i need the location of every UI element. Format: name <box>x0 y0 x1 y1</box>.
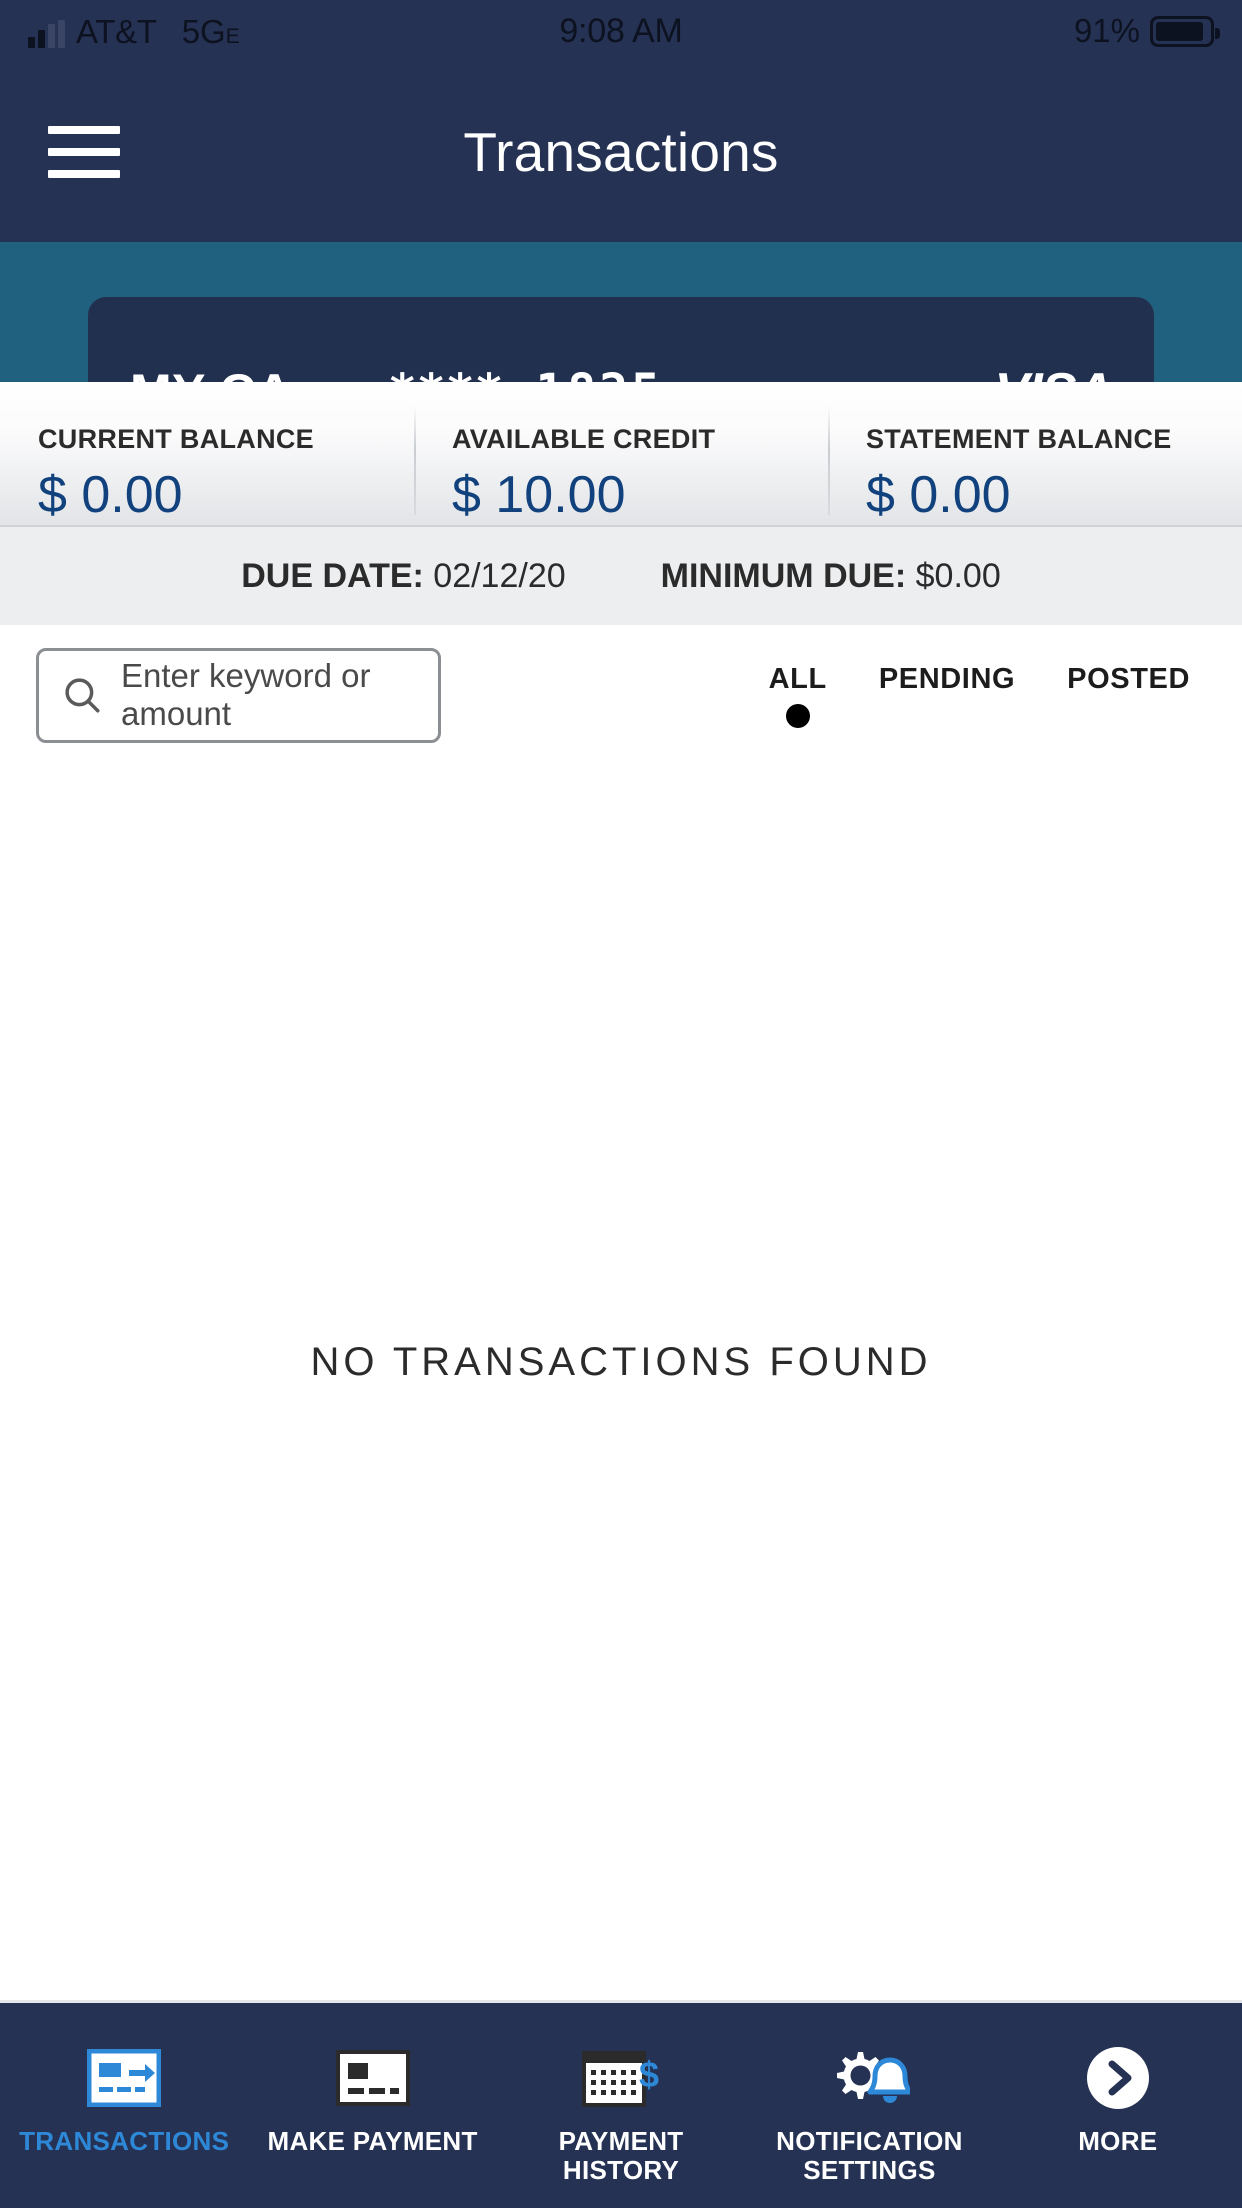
chevron-right-circle-icon <box>1084 2041 1152 2115</box>
credit-card-icon <box>335 2041 410 2115</box>
tab-label: TRANSACTIONS <box>19 2126 230 2156</box>
due-info-row: DUE DATE: 02/12/20 MINIMUM DUE: $0.00 <box>0 525 1242 625</box>
balance-statement: STATEMENT BALANCE $ 0.00 <box>828 382 1242 525</box>
transaction-filter-tabs: ALL PENDING POSTED <box>769 663 1190 728</box>
filter-label: POSTED <box>1067 662 1190 695</box>
balance-label: STATEMENT BALANCE <box>866 424 1172 454</box>
minimum-due: MINIMUM DUE: $0.00 <box>661 557 1001 596</box>
visa-logo-icon: VISA <box>995 362 1113 382</box>
minimum-due-value: $0.00 <box>915 556 1001 595</box>
hamburger-menu-icon[interactable] <box>48 126 120 178</box>
battery-icon <box>1150 15 1220 47</box>
filter-selected-dot <box>785 703 810 728</box>
filter-tab-pending[interactable]: PENDING <box>879 663 1015 728</box>
status-bar-clock: 9:08 AM <box>559 11 683 50</box>
balance-current: CURRENT BALANCE $ 0.00 <box>0 382 414 525</box>
tab-more[interactable]: MORE <box>994 2041 1242 2156</box>
svg-text:$: $ <box>639 2054 659 2095</box>
page-title: Transactions <box>463 121 779 183</box>
transaction-list: NO TRANSACTIONS FOUND <box>0 765 1242 2000</box>
search-icon <box>65 678 100 713</box>
balance-value: $ 0.00 <box>38 466 183 524</box>
balance-label: CURRENT BALANCE <box>38 424 314 454</box>
tab-payment-history[interactable]: $ PAYMENT HISTORY <box>497 2041 745 2185</box>
search-placeholder: Enter keyword or amount <box>121 657 371 732</box>
minimum-due-label: MINIMUM DUE: <box>660 556 907 595</box>
balance-available-credit: AVAILABLE CREDIT $ 10.00 <box>414 382 828 525</box>
credit-card-summary[interactable]: MY CA... **** 1825 VISA <box>88 297 1154 382</box>
app-screen: AT&T 5GE 9:08 AM 91% Transactions MY CA.… <box>0 0 1242 2208</box>
empty-state-message: NO TRANSACTIONS FOUND <box>310 1340 932 1384</box>
bottom-tab-bar: TRANSACTIONS MAKE PAYMENT $ PAYMENT HIST… <box>0 2000 1242 2208</box>
due-date-value: 02/12/20 <box>433 556 566 595</box>
balance-label: AVAILABLE CREDIT <box>452 424 716 454</box>
status-bar: AT&T 5GE 9:08 AM 91% <box>0 0 1242 62</box>
tab-label: MAKE PAYMENT <box>267 2126 478 2156</box>
search-input[interactable]: Enter keyword or amount <box>36 647 441 743</box>
balance-value: $ 0.00 <box>866 466 1011 524</box>
filter-tab-posted[interactable]: POSTED <box>1067 663 1190 728</box>
due-date: DUE DATE: 02/12/20 <box>241 557 565 596</box>
filter-label: PENDING <box>878 662 1016 695</box>
due-date-label: DUE DATE: <box>241 556 424 595</box>
tab-label: MORE <box>1078 2126 1158 2156</box>
balance-value: $ 10.00 <box>452 466 626 524</box>
app-header: Transactions <box>0 62 1242 242</box>
tab-notification-settings[interactable]: NOTIFICATION SETTINGS <box>745 2041 993 2185</box>
tab-make-payment[interactable]: MAKE PAYMENT <box>248 2041 496 2156</box>
balance-summary: CURRENT BALANCE $ 0.00 AVAILABLE CREDIT … <box>0 382 1242 525</box>
gear-bell-icon <box>828 2041 911 2115</box>
filter-label: ALL <box>768 662 827 695</box>
tab-label: NOTIFICATION SETTINGS <box>776 2126 963 2186</box>
card-nickname: MY CA... <box>130 363 336 382</box>
card-hero: MY CA... **** 1825 VISA <box>0 242 1242 382</box>
tab-transactions[interactable]: TRANSACTIONS <box>0 2041 248 2156</box>
calendar-dollar-icon: $ <box>582 2041 660 2115</box>
tab-label: PAYMENT HISTORY <box>558 2126 684 2186</box>
filter-tab-all[interactable]: ALL <box>769 663 827 728</box>
transactions-card-icon <box>87 2041 162 2115</box>
search-filter-row: Enter keyword or amount ALL PENDING POST… <box>0 625 1242 765</box>
card-number-masked: **** 1825 <box>388 364 663 382</box>
